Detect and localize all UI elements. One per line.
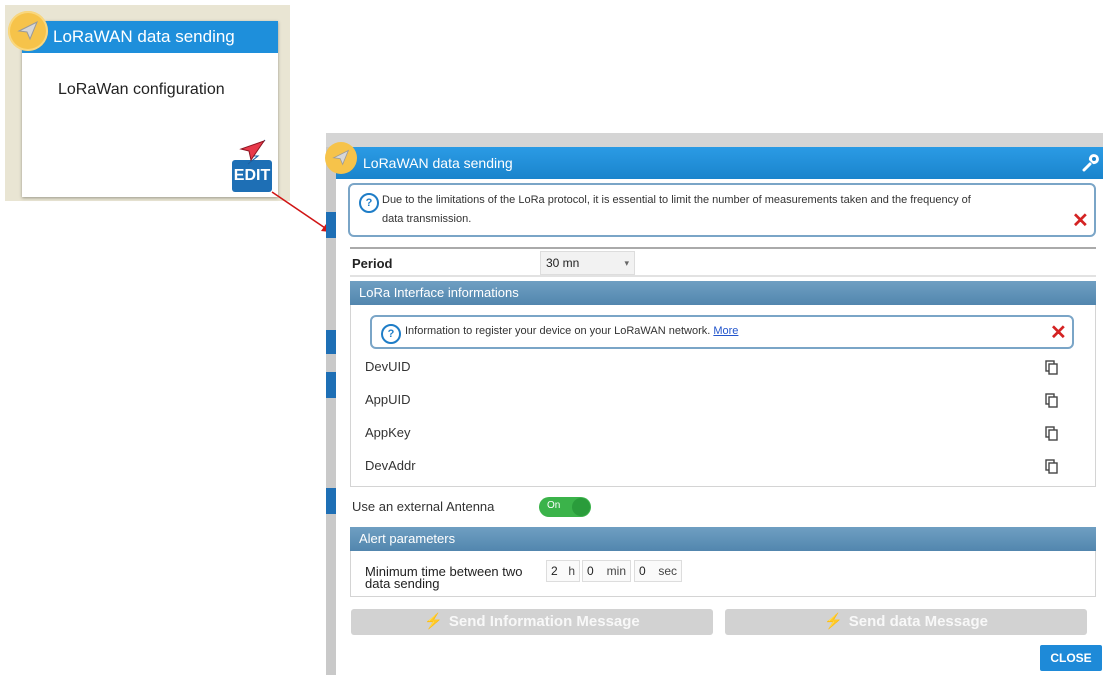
antenna-label: Use an external Antenna: [352, 499, 495, 514]
wrench-icon[interactable]: [1081, 154, 1099, 172]
toggle-label: On: [547, 500, 561, 511]
minutes-input[interactable]: 0 min: [582, 560, 631, 582]
lora-info-text: Information to register your device on y…: [405, 322, 738, 341]
lora-interface-section: LoRa Interface informations: [350, 281, 1096, 487]
lora-row-label: DevAddr: [365, 458, 416, 473]
close-icon[interactable]: ✕: [1072, 211, 1089, 231]
hours-input[interactable]: 2 h: [546, 560, 580, 582]
notice-line-1: Due to the limitations of the LoRa proto…: [382, 194, 971, 206]
lora-row-label: AppUID: [365, 392, 411, 407]
dialog-header: LoRaWAN data sending: [336, 147, 1103, 179]
close-button[interactable]: CLOSE: [1040, 645, 1102, 671]
min-time-label: Minimum time between two data sending: [365, 565, 545, 591]
dialog-title: LoRaWAN data sending: [363, 155, 513, 171]
seconds-value: 0: [639, 564, 646, 578]
send-data-button[interactable]: ⚡ Send data Message: [725, 609, 1087, 635]
lora-row-label: AppKey: [365, 425, 411, 440]
minutes-unit: min: [606, 564, 626, 578]
period-select[interactable]: 30 mn ▾: [540, 251, 635, 275]
lightning-icon: ⚡: [824, 613, 843, 630]
alert-parameters-section: Alert parameters Minimum time between tw…: [350, 527, 1096, 597]
protocol-notice: ? Due to the limitations of the LoRa pro…: [348, 183, 1096, 237]
seconds-input[interactable]: 0 sec: [634, 560, 682, 582]
copy-icon[interactable]: [1045, 360, 1059, 376]
send-data-label: Send data Message: [848, 613, 988, 630]
toggle-knob: [572, 498, 590, 516]
backdrop-strip: [326, 133, 1103, 147]
close-icon[interactable]: ✕: [1050, 323, 1067, 343]
copy-icon[interactable]: [1045, 393, 1059, 409]
lora-info-notice: ? Information to register your device on…: [370, 315, 1074, 349]
seconds-unit: sec: [658, 564, 677, 578]
lora-row-label: DevUID: [365, 359, 411, 374]
alert-section-title: Alert parameters: [350, 527, 1096, 551]
lora-info-message: Information to register your device on y…: [405, 325, 711, 337]
min-time-label-line-2: data sending: [365, 576, 440, 591]
more-link[interactable]: More: [713, 325, 738, 337]
lorawan-dialog: LoRaWAN data sending ? Due to the limita…: [336, 147, 1103, 675]
antenna-toggle[interactable]: On: [539, 497, 591, 517]
hours-value: 2: [551, 564, 558, 578]
minutes-value: 0: [587, 564, 594, 578]
notice-line-2: data transmission.: [382, 213, 472, 225]
paper-plane-icon: [325, 142, 357, 174]
period-value: 30 mn: [546, 256, 580, 270]
send-information-button[interactable]: ⚡ Send Information Message: [351, 609, 713, 635]
send-information-label: Send Information Message: [448, 613, 640, 630]
connector-arrow: [271, 191, 330, 232]
help-icon: ?: [381, 324, 401, 344]
help-icon: ?: [359, 193, 379, 213]
copy-icon[interactable]: [1045, 426, 1059, 442]
period-label: Period: [352, 256, 393, 271]
period-row: Period 30 mn ▾: [350, 247, 1096, 277]
lightning-icon: ⚡: [424, 613, 443, 630]
lora-section-title: LoRa Interface informations: [350, 281, 1096, 305]
hours-unit: h: [568, 564, 575, 578]
copy-icon[interactable]: [1045, 459, 1059, 475]
chevron-down-icon: ▾: [624, 258, 629, 268]
